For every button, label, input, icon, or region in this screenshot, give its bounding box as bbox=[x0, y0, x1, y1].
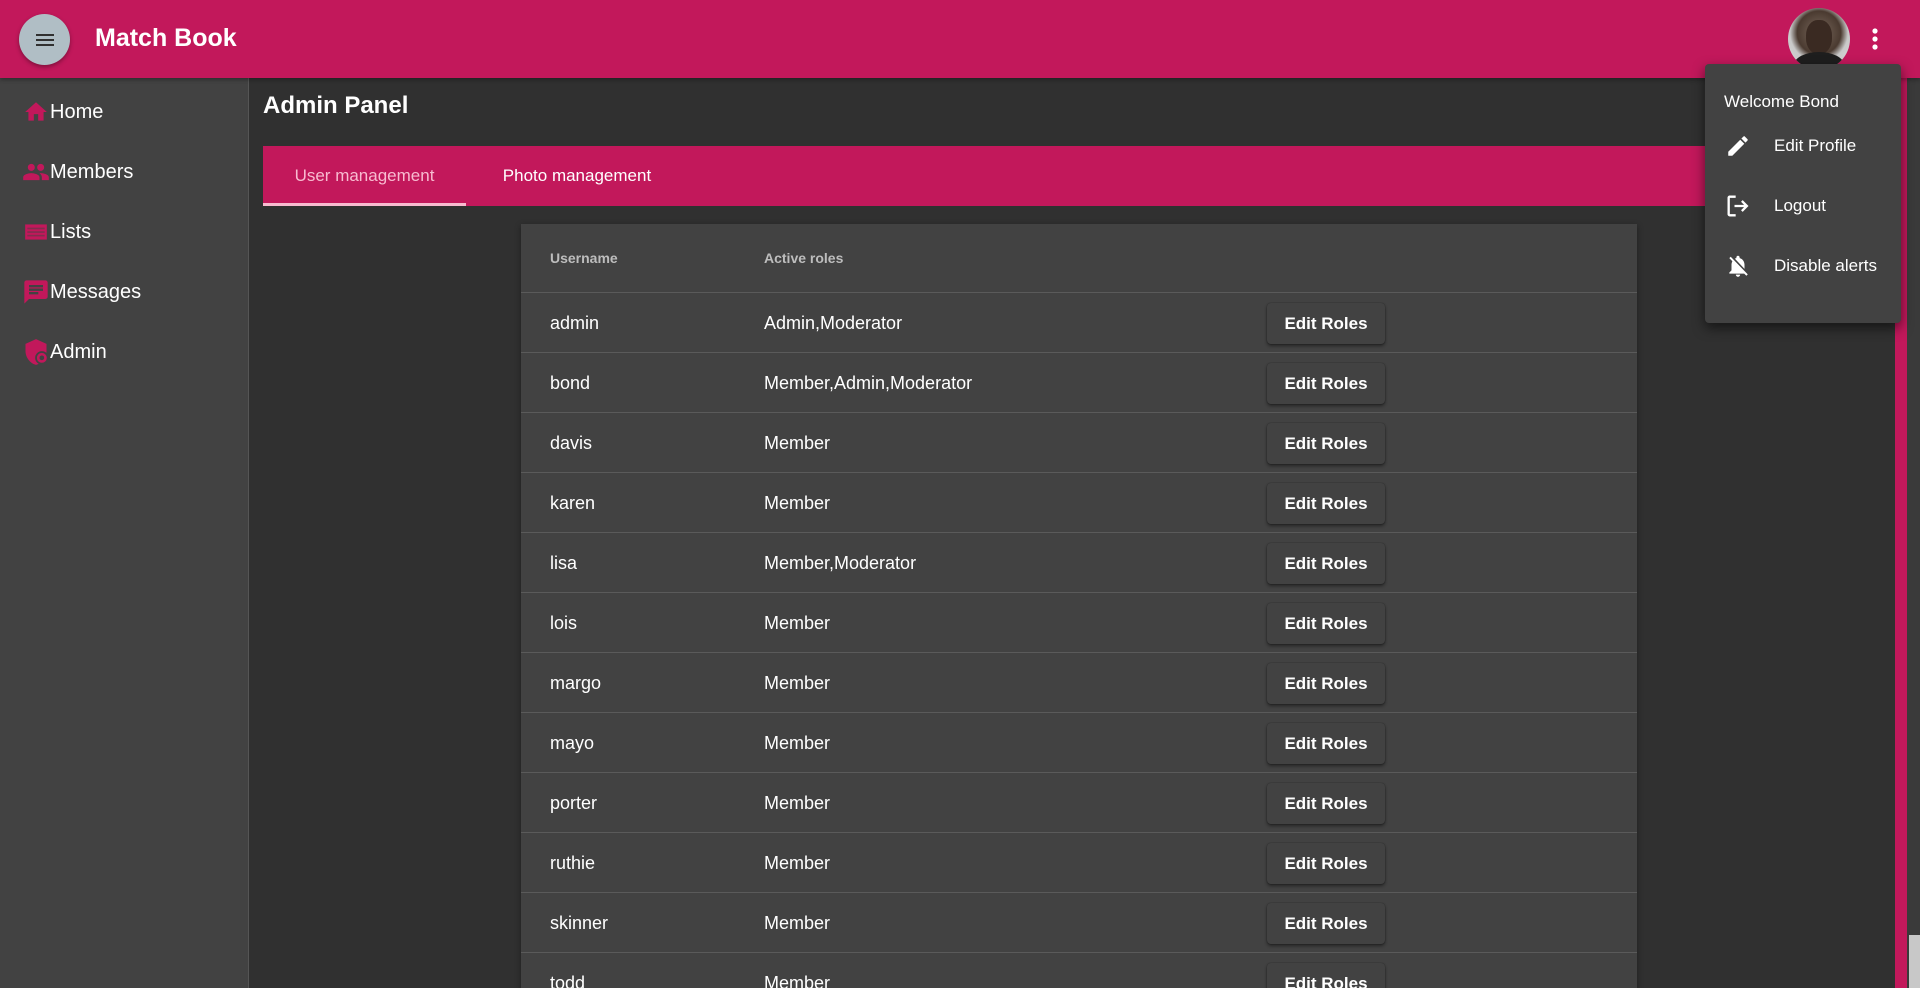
table-row: karen Member Edit Roles bbox=[521, 473, 1637, 533]
user-avatar[interactable] bbox=[1788, 8, 1850, 70]
menu-item-label: Logout bbox=[1774, 196, 1826, 215]
edit-roles-button[interactable]: Edit Roles bbox=[1267, 963, 1385, 988]
edit-roles-button[interactable]: Edit Roles bbox=[1267, 483, 1385, 524]
active-roles-cell: Member bbox=[764, 493, 831, 513]
active-roles-cell: Member,Admin,Moderator bbox=[764, 373, 973, 393]
column-header-active-roles: Active roles bbox=[764, 250, 844, 266]
username-cell: todd bbox=[550, 973, 586, 988]
active-roles-cell: Member bbox=[764, 673, 831, 693]
app-title[interactable]: Match Book bbox=[95, 24, 237, 53]
active-roles-cell: Admin,Moderator bbox=[764, 313, 903, 333]
menu-toggle-button[interactable] bbox=[19, 14, 70, 65]
table-row: admin Admin,Moderator Edit Roles bbox=[521, 293, 1637, 353]
active-roles-cell: Member bbox=[764, 973, 831, 988]
pencil-icon bbox=[1723, 131, 1753, 161]
welcome-message: Welcome Bond bbox=[1724, 92, 1839, 111]
tab-photo-management[interactable]: Photo management bbox=[466, 146, 688, 206]
people-icon bbox=[22, 158, 50, 186]
top-toolbar: Match Book bbox=[0, 0, 1920, 78]
table-row: margo Member Edit Roles bbox=[521, 653, 1637, 713]
active-roles-cell: Member bbox=[764, 913, 831, 933]
tab-user-management[interactable]: User management bbox=[263, 146, 466, 206]
table-header: Username Active roles bbox=[521, 224, 1637, 293]
menu-item-logout[interactable]: Logout bbox=[1705, 182, 1901, 230]
active-roles-cell: Member bbox=[764, 793, 831, 813]
table-row: ruthie Member Edit Roles bbox=[521, 833, 1637, 893]
active-roles-cell: Member bbox=[764, 733, 831, 753]
table-row: lois Member Edit Roles bbox=[521, 593, 1637, 653]
hamburger-icon bbox=[35, 33, 54, 46]
edit-roles-button[interactable]: Edit Roles bbox=[1267, 663, 1385, 704]
username-cell: skinner bbox=[550, 913, 609, 933]
username-cell: lisa bbox=[550, 553, 578, 573]
menu-item-label: Disable alerts bbox=[1774, 256, 1877, 275]
edit-roles-button[interactable]: Edit Roles bbox=[1267, 303, 1385, 344]
username-cell: bond bbox=[550, 373, 591, 393]
edit-roles-button[interactable]: Edit Roles bbox=[1267, 363, 1385, 404]
table-row: bond Member,Admin,Moderator Edit Roles bbox=[521, 353, 1637, 413]
username-cell: karen bbox=[550, 493, 596, 513]
scrollbar-track[interactable] bbox=[1907, 78, 1920, 988]
edit-roles-button[interactable]: Edit Roles bbox=[1267, 783, 1385, 824]
table-row: skinner Member Edit Roles bbox=[521, 893, 1637, 953]
username-cell: lois bbox=[550, 613, 578, 633]
sidebar-item-label: Members bbox=[50, 160, 134, 183]
page-title: Admin Panel bbox=[263, 92, 409, 119]
sidebar-nav: Home Members Lists Messages Admin bbox=[0, 78, 249, 988]
table-row: porter Member Edit Roles bbox=[521, 773, 1637, 833]
user-menu-dropdown: Welcome Bond Edit Profile Logout Disable… bbox=[1705, 64, 1901, 323]
table-row: mayo Member Edit Roles bbox=[521, 713, 1637, 773]
sidebar-item-label: Home bbox=[50, 100, 104, 123]
users-table: Username Active roles admin Admin,Moderat… bbox=[521, 224, 1637, 988]
active-roles-cell: Member,Moderator bbox=[764, 553, 917, 573]
menu-item-label: Edit Profile bbox=[1774, 136, 1857, 155]
logout-icon bbox=[1723, 191, 1753, 221]
active-roles-cell: Member bbox=[764, 433, 831, 453]
username-cell: margo bbox=[550, 673, 602, 693]
more-options-button[interactable] bbox=[1860, 18, 1890, 60]
edit-roles-button[interactable]: Edit Roles bbox=[1267, 843, 1385, 884]
username-cell: ruthie bbox=[550, 853, 596, 873]
table-row: davis Member Edit Roles bbox=[521, 413, 1637, 473]
list-icon bbox=[22, 218, 50, 246]
edit-roles-button[interactable]: Edit Roles bbox=[1267, 603, 1385, 644]
scrollbar-thumb[interactable] bbox=[1909, 935, 1920, 988]
home-icon bbox=[22, 98, 50, 126]
username-cell: davis bbox=[550, 433, 593, 453]
sidebar-item-members[interactable]: Members bbox=[0, 148, 249, 196]
sidebar-item-admin[interactable]: Admin bbox=[0, 328, 249, 376]
sidebar-item-messages[interactable]: Messages bbox=[0, 268, 249, 316]
message-icon bbox=[22, 278, 50, 306]
sidebar-item-home[interactable]: Home bbox=[0, 88, 249, 136]
more-vert-icon bbox=[1872, 28, 1878, 50]
sidebar-item-label: Messages bbox=[50, 280, 142, 303]
sidebar-item-lists[interactable]: Lists bbox=[0, 208, 249, 256]
tab-bar: User management Photo management bbox=[263, 146, 1895, 206]
admin-shield-icon bbox=[22, 338, 50, 366]
edit-roles-button[interactable]: Edit Roles bbox=[1267, 723, 1385, 764]
column-header-username: Username bbox=[550, 250, 618, 266]
active-roles-cell: Member bbox=[764, 613, 831, 633]
table-row: lisa Member,Moderator Edit Roles bbox=[521, 533, 1637, 593]
sidebar-item-label: Lists bbox=[50, 220, 92, 243]
username-cell: admin bbox=[550, 313, 600, 333]
edit-roles-button[interactable]: Edit Roles bbox=[1267, 903, 1385, 944]
username-cell: mayo bbox=[550, 733, 595, 753]
menu-item-edit-profile[interactable]: Edit Profile bbox=[1705, 122, 1901, 170]
edit-roles-button[interactable]: Edit Roles bbox=[1267, 423, 1385, 464]
username-cell: porter bbox=[550, 793, 598, 813]
menu-item-disable-alerts[interactable]: Disable alerts bbox=[1705, 242, 1901, 290]
tab-active-indicator bbox=[263, 203, 466, 206]
sidebar-item-label: Admin bbox=[50, 340, 107, 363]
edit-roles-button[interactable]: Edit Roles bbox=[1267, 543, 1385, 584]
bell-off-icon bbox=[1723, 251, 1753, 281]
active-roles-cell: Member bbox=[764, 853, 831, 873]
table-row: todd Member Edit Roles bbox=[521, 953, 1637, 988]
